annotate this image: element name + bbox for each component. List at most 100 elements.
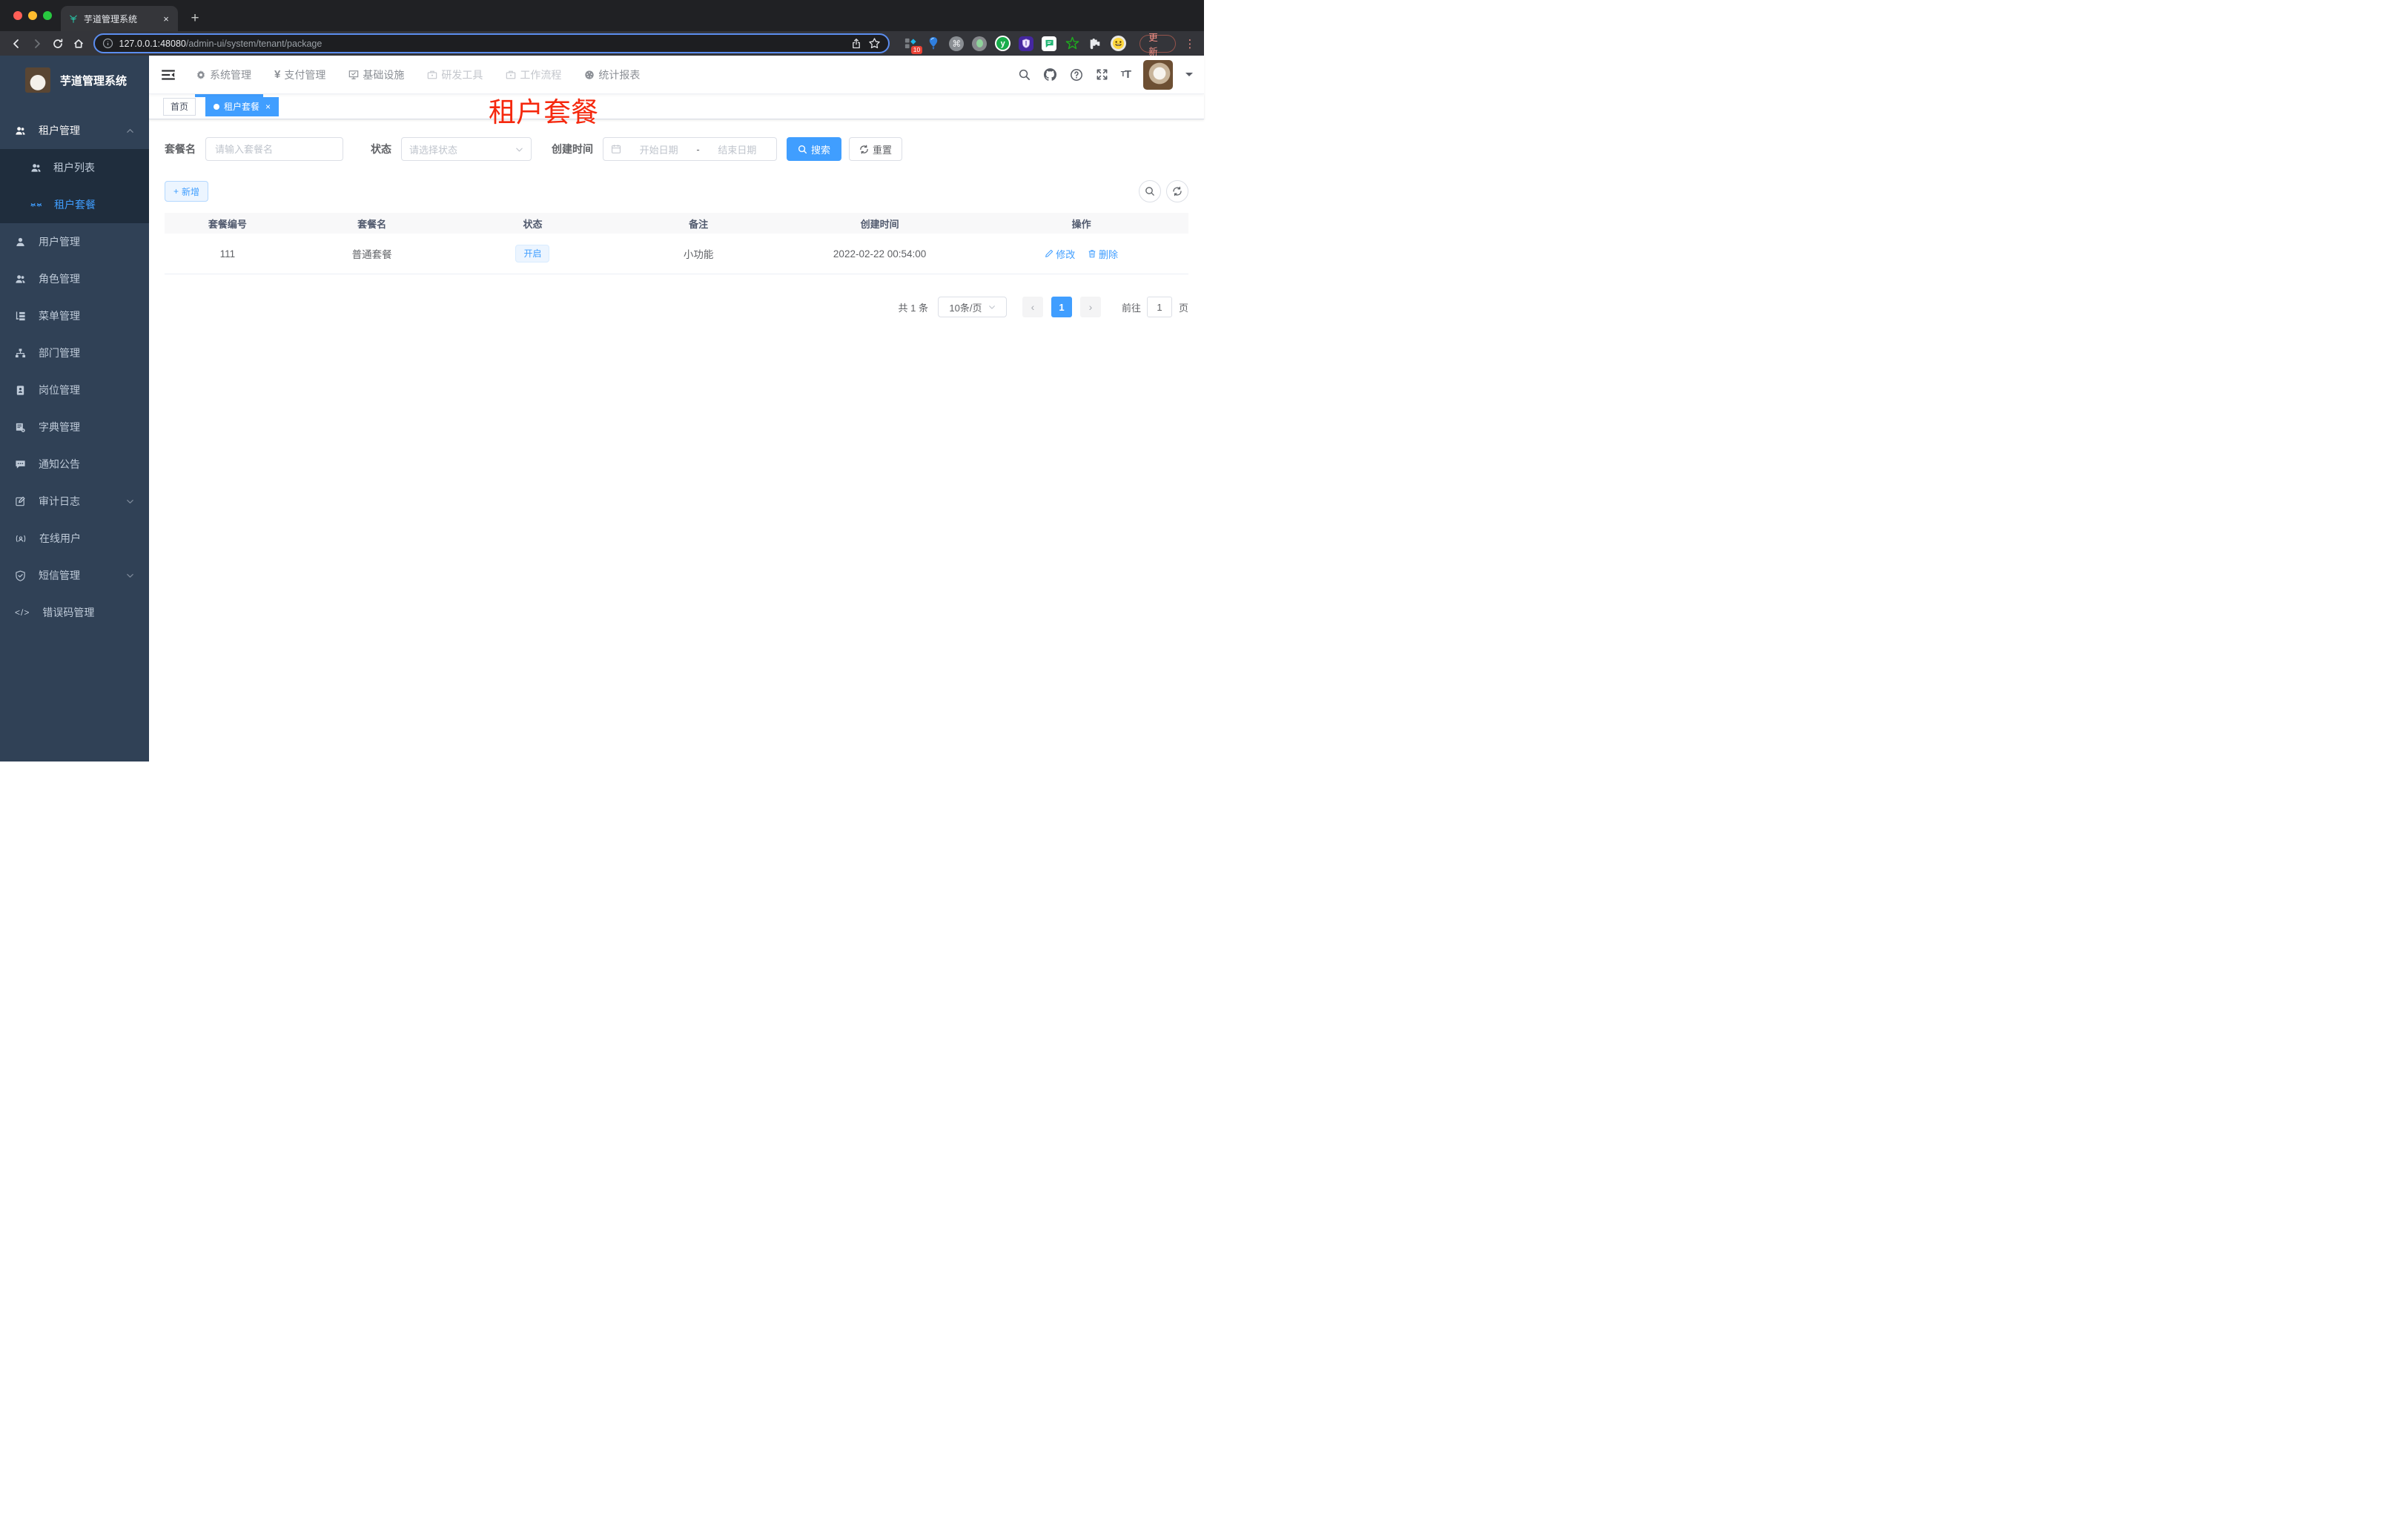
navbar-right-tools: TT (1018, 59, 1193, 90)
extension-dot-icon[interactable] (972, 36, 988, 51)
avatar-caret-icon[interactable] (1185, 73, 1193, 80)
calendar-icon (612, 145, 621, 153)
page-size-select[interactable]: 10条/页 (937, 297, 1007, 317)
sidebar-item-notice[interactable]: 通知公告 (0, 446, 149, 483)
package-name-input[interactable] (205, 137, 343, 161)
top-nav-payment[interactable]: ¥ 支付管理 (274, 67, 325, 82)
sidebar-item-role-management[interactable]: 角色管理 (0, 260, 149, 297)
top-nav-reports[interactable]: 统计报表 (584, 67, 640, 82)
extension-y-icon[interactable]: y (995, 36, 1011, 51)
top-nav-system[interactable]: 系统管理 (196, 67, 251, 82)
top-nav-infra[interactable]: 基础设施 (348, 67, 404, 82)
sidebar-item-post-management[interactable]: 岗位管理 (0, 371, 149, 409)
sidebar-item-tenant-list[interactable]: 租户列表 (0, 149, 149, 186)
sidebar-item-label: 字典管理 (39, 421, 80, 433)
sidebar-item-dept-management[interactable]: 部门管理 (0, 334, 149, 371)
sidebar-collapse-icon[interactable] (160, 67, 176, 83)
extension-badge: 10 (910, 46, 923, 54)
top-nav-devtools[interactable]: 研发工具 (427, 67, 483, 82)
add-button[interactable]: + 新增 (165, 181, 209, 202)
monitor-icon (349, 70, 359, 79)
status-badge: 开启 (515, 245, 550, 262)
sidebar-item-online-users[interactable]: 在线用户 (0, 520, 149, 557)
extension-star-icon[interactable] (1065, 36, 1079, 51)
sidebar-logo[interactable]: 芋道管理系统 (0, 56, 149, 105)
closed-eyes-icon (30, 202, 42, 207)
sidebar: 芋道管理系统 租户管理 租户列表 租户套餐 用户管理 角色管理 菜单管理 部门管… (0, 56, 149, 762)
table-row: 111 普通套餐 开启 小功能 2022-02-22 00:54:00 修改 删… (165, 234, 1188, 274)
search-button[interactable]: 搜索 (787, 137, 842, 161)
cell-remark: 小功能 (683, 249, 714, 260)
sidebar-item-tenant-package[interactable]: 租户套餐 (0, 186, 149, 223)
tag-home[interactable]: 首页 (163, 97, 196, 116)
reset-button[interactable]: 重置 (849, 137, 903, 161)
extension-puzzle-icon[interactable] (1088, 36, 1102, 51)
home-button[interactable] (70, 35, 87, 53)
extension-grid-icon[interactable]: 10 (903, 36, 923, 54)
window-controls[interactable] (13, 11, 52, 20)
sidebar-item-dict-management[interactable]: 字典管理 (0, 409, 149, 446)
chrome-menu-icon[interactable]: ⋮ (1183, 37, 1197, 50)
top-nav-workflow[interactable]: 工作流程 (506, 67, 561, 82)
url-text[interactable]: 127.0.0.1:48080/admin-ui/system/tenant/p… (119, 39, 845, 49)
url-path: /admin-ui/system/tenant/package (185, 38, 322, 49)
extension-chat-icon[interactable] (1042, 36, 1057, 51)
font-size-icon[interactable]: TT (1121, 68, 1131, 81)
new-tab-button[interactable]: + (185, 10, 205, 27)
search-icon[interactable] (1018, 68, 1031, 81)
sidebar-item-menu-management[interactable]: 菜单管理 (0, 297, 149, 334)
sidebar-item-label: 菜单管理 (39, 310, 80, 322)
github-icon[interactable] (1043, 67, 1057, 82)
person-icon (16, 237, 24, 246)
sidebar-menu: 租户管理 租户列表 租户套餐 用户管理 角色管理 菜单管理 部门管理 岗位管理 … (0, 112, 149, 631)
table-tools (1139, 180, 1188, 202)
tags-bar: 首页 租户套餐 × (149, 94, 1204, 119)
pencil-icon (1045, 249, 1054, 257)
goto-page-input[interactable] (1146, 297, 1172, 317)
back-button[interactable] (7, 35, 25, 53)
date-range-picker[interactable]: 开始日期 - 结束日期 (603, 137, 777, 161)
sidebar-item-tenant-management[interactable]: 租户管理 (0, 112, 149, 149)
tag-label: 首页 (171, 102, 189, 112)
window-minimize-button[interactable] (28, 11, 37, 20)
browser-tab-strip: 芋道管理系统 × + (0, 0, 1204, 31)
toggle-search-button[interactable] (1139, 180, 1161, 202)
delete-link[interactable]: 删除 (1088, 247, 1118, 261)
share-icon[interactable] (850, 38, 862, 50)
extension-command-icon[interactable]: ⌘ (949, 36, 965, 51)
window-close-button[interactable] (13, 11, 22, 20)
tag-close-icon[interactable]: × (265, 102, 271, 112)
extension-emoji-icon[interactable] (1111, 36, 1127, 51)
shield-check-icon (16, 570, 25, 581)
prev-page-button[interactable]: ‹ (1022, 297, 1043, 317)
extension-shield-icon[interactable] (1019, 36, 1034, 51)
fullscreen-icon[interactable] (1096, 68, 1108, 81)
window-zoom-button[interactable] (43, 11, 52, 20)
url-bar[interactable]: 127.0.0.1:48080/admin-ui/system/tenant/p… (93, 33, 890, 53)
status-label: 状态 (371, 143, 391, 155)
browser-tab[interactable]: 芋道管理系统 × (61, 6, 178, 31)
sidebar-item-audit-log[interactable]: 审计日志 (0, 483, 149, 520)
sidebar-item-sms-management[interactable]: 短信管理 (0, 557, 149, 594)
site-info-icon[interactable] (102, 38, 113, 49)
current-page[interactable]: 1 (1051, 297, 1072, 317)
tag-tenant-package[interactable]: 租户套餐 × (205, 96, 280, 116)
code-icon: </> (15, 607, 30, 618)
col-header: 备注 (689, 218, 709, 230)
chrome-update-button[interactable]: 更新 (1140, 33, 1177, 57)
sidebar-item-label: 在线用户 (39, 532, 81, 544)
reload-button[interactable] (49, 35, 67, 53)
sidebar-item-error-code[interactable]: </> 错误码管理 (0, 594, 149, 631)
help-icon[interactable] (1070, 68, 1083, 82)
next-page-button[interactable]: › (1079, 297, 1101, 317)
logo-image (25, 67, 50, 93)
status-select[interactable]: 请选择状态 (401, 137, 532, 161)
edit-link[interactable]: 修改 (1045, 247, 1075, 261)
tab-close-icon[interactable]: × (160, 13, 172, 24)
extension-balloon-icon[interactable] (926, 36, 941, 51)
sidebar-item-user-management[interactable]: 用户管理 (0, 223, 149, 260)
bookmark-star-icon[interactable] (868, 37, 881, 50)
forward-button[interactable] (28, 35, 46, 53)
refresh-table-button[interactable] (1166, 180, 1188, 202)
user-avatar[interactable] (1143, 59, 1173, 90)
